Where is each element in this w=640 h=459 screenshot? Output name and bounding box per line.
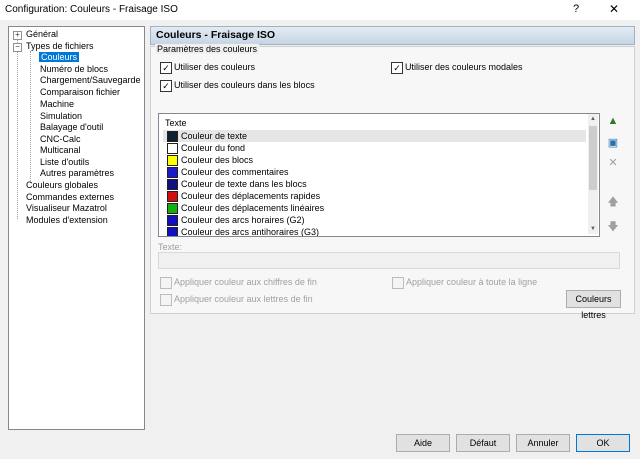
apply-end-numbers-label: Appliquer couleur aux chiffres de fin [174, 277, 317, 287]
ok-button[interactable]: OK [576, 434, 630, 452]
color-swatch [167, 203, 178, 214]
list-item[interactable]: Couleur des déplacements linéaires [163, 202, 586, 214]
tree-item-label: Comparaison fichier [40, 87, 121, 97]
apply-whole-line-checkbox[interactable] [392, 277, 404, 289]
tree-item-external-commands[interactable]: Commandes externes [26, 192, 114, 203]
arrow-down-icon[interactable]: 🡇 [604, 218, 622, 236]
list-item-label: Couleur des commentaires [181, 167, 289, 177]
tree-item-tool-list[interactable]: Liste d'outils [40, 157, 89, 168]
list-item[interactable]: Couleur des arcs antihoraires (G3) [163, 226, 586, 237]
list-item-label: Couleur de texte [181, 131, 248, 141]
use-modal-colors-checkbox[interactable]: ✓ [391, 62, 403, 74]
tree-item-multichannel[interactable]: Multicanal [40, 145, 81, 156]
tree-item-label: CNC-Calc [40, 134, 81, 144]
scroll-down-icon[interactable]: ▼ [588, 224, 598, 234]
title-bar: Configuration: Couleurs - Fraisage ISO ?… [0, 0, 640, 20]
delete-icon[interactable]: ✕ [604, 154, 622, 172]
text-field-label: Texte: [158, 242, 183, 252]
use-colors-checkbox[interactable]: ✓ [160, 62, 172, 74]
apply-whole-line-label: Appliquer couleur à toute la ligne [406, 277, 538, 287]
tree-item-mazatrol-viewer[interactable]: Visualiseur Mazatrol [26, 203, 107, 214]
list-item[interactable]: Couleur des déplacements rapides [163, 190, 586, 202]
tree-item-label: Multicanal [40, 145, 81, 155]
group-label: Paramètres des couleurs [155, 44, 260, 54]
list-item[interactable]: Couleur des commentaires [163, 166, 586, 178]
color-swatch [167, 155, 178, 166]
list-item-label: Couleur des déplacements rapides [181, 191, 321, 201]
tree-item-label: Balayage d'outil [40, 122, 104, 132]
use-colors-label: Utiliser des couleurs [174, 62, 256, 72]
apply-end-numbers-checkbox[interactable] [160, 277, 172, 289]
color-swatch [167, 227, 178, 236]
tree-item-label: Numéro de blocs [40, 64, 109, 74]
tree-item-block-numbers[interactable]: Numéro de blocs [40, 64, 108, 75]
list-item-label: Couleur de texte dans les blocs [181, 179, 307, 189]
color-swatch [167, 215, 178, 226]
collapse-icon[interactable]: − [13, 43, 22, 52]
help-button[interactable]: Aide [396, 434, 450, 452]
color-swatch [167, 143, 178, 154]
close-icon[interactable]: ✕ [603, 2, 625, 16]
help-icon[interactable]: ? [566, 3, 586, 15]
arrow-up-icon[interactable]: 🡅 [604, 193, 622, 211]
list-item[interactable]: Couleur de texte [163, 130, 586, 142]
use-block-colors-checkbox[interactable]: ✓ [160, 80, 172, 92]
edit-color-icon[interactable]: ▣ [604, 134, 622, 152]
tree-item-label: Autres paramètres [40, 168, 115, 178]
color-swatch [167, 167, 178, 178]
tree-item-label: Commandes externes [26, 192, 115, 202]
letter-colors-button[interactable]: Couleurs lettres [566, 290, 621, 320]
tree-item-label: Général [26, 29, 59, 39]
tree-item-label: Visualiseur Mazatrol [26, 203, 107, 213]
text-field[interactable] [158, 252, 620, 269]
list-scrollbar[interactable]: ▲ ▼ [588, 114, 598, 234]
tree-item-label: Types de fichiers [26, 41, 94, 51]
tree-item-global-colors[interactable]: Couleurs globales [26, 180, 98, 191]
scroll-up-icon[interactable]: ▲ [588, 114, 598, 124]
settings-tree[interactable]: + Général − Types de fichiers Couleurs N… [8, 26, 145, 430]
window-title: Configuration: Couleurs - Fraisage ISO [5, 4, 178, 15]
tree-item-tool-sweep[interactable]: Balayage d'outil [40, 122, 103, 133]
tree-item-colors[interactable]: Couleurs [39, 52, 80, 63]
use-block-colors-label: Utiliser des couleurs dans les blocs [174, 80, 315, 90]
tree-item-cnc-calc[interactable]: CNC-Calc [40, 134, 81, 145]
page-header: Couleurs - Fraisage ISO [150, 26, 635, 45]
tree-item-load-save[interactable]: Chargement/Sauvegarde [40, 75, 141, 86]
list-item-label: Couleur des blocs [181, 155, 254, 165]
default-button[interactable]: Défaut [456, 434, 510, 452]
list-item[interactable]: Couleur des arcs horaires (G2) [163, 214, 586, 226]
tree-item-label: Liste d'outils [40, 157, 90, 167]
list-item-label: Couleur des déplacements linéaires [181, 203, 325, 213]
tree-item-extensions[interactable]: Modules d'extension [26, 215, 108, 226]
tree-item-label: Chargement/Sauvegarde [40, 75, 141, 85]
apply-end-letters-checkbox[interactable] [160, 294, 172, 306]
expand-icon[interactable]: + [13, 31, 22, 40]
color-list[interactable]: Texte Couleur de texte Couleur du fond C… [158, 113, 600, 237]
tree-item-simulation[interactable]: Simulation [40, 111, 82, 122]
tree-item-file-compare[interactable]: Comparaison fichier [40, 87, 120, 98]
color-swatch [167, 191, 178, 202]
list-item[interactable]: Couleur des blocs [163, 154, 586, 166]
apply-end-letters-label: Appliquer couleur aux lettres de fin [174, 294, 313, 304]
tree-item-label: Modules d'extension [26, 215, 108, 225]
use-modal-colors-label: Utiliser des couleurs modales [405, 62, 523, 72]
list-item-label: Couleur des arcs antihoraires (G3) [181, 227, 320, 237]
mountain-add-icon[interactable]: ▲ [604, 112, 622, 130]
list-item[interactable]: Couleur du fond [163, 142, 586, 154]
list-item-label: Couleur du fond [181, 143, 246, 153]
tree-item-label: Couleurs [39, 52, 80, 62]
list-item[interactable]: Couleur de texte dans les blocs [163, 178, 586, 190]
color-swatch [167, 131, 178, 142]
tree-item-label: Simulation [40, 111, 83, 121]
scroll-thumb[interactable] [589, 126, 597, 190]
list-header: Texte [165, 118, 187, 128]
list-item-label: Couleur des arcs horaires (G2) [181, 215, 305, 225]
cancel-button[interactable]: Annuler [516, 434, 570, 452]
tree-item-label: Couleurs globales [26, 180, 99, 190]
tree-item-machine[interactable]: Machine [40, 99, 74, 110]
page-title: Couleurs - Fraisage ISO [156, 29, 276, 41]
tree-item-label: Machine [40, 99, 75, 109]
tree-item-other-settings[interactable]: Autres paramètres [40, 168, 114, 179]
color-swatch [167, 179, 178, 190]
